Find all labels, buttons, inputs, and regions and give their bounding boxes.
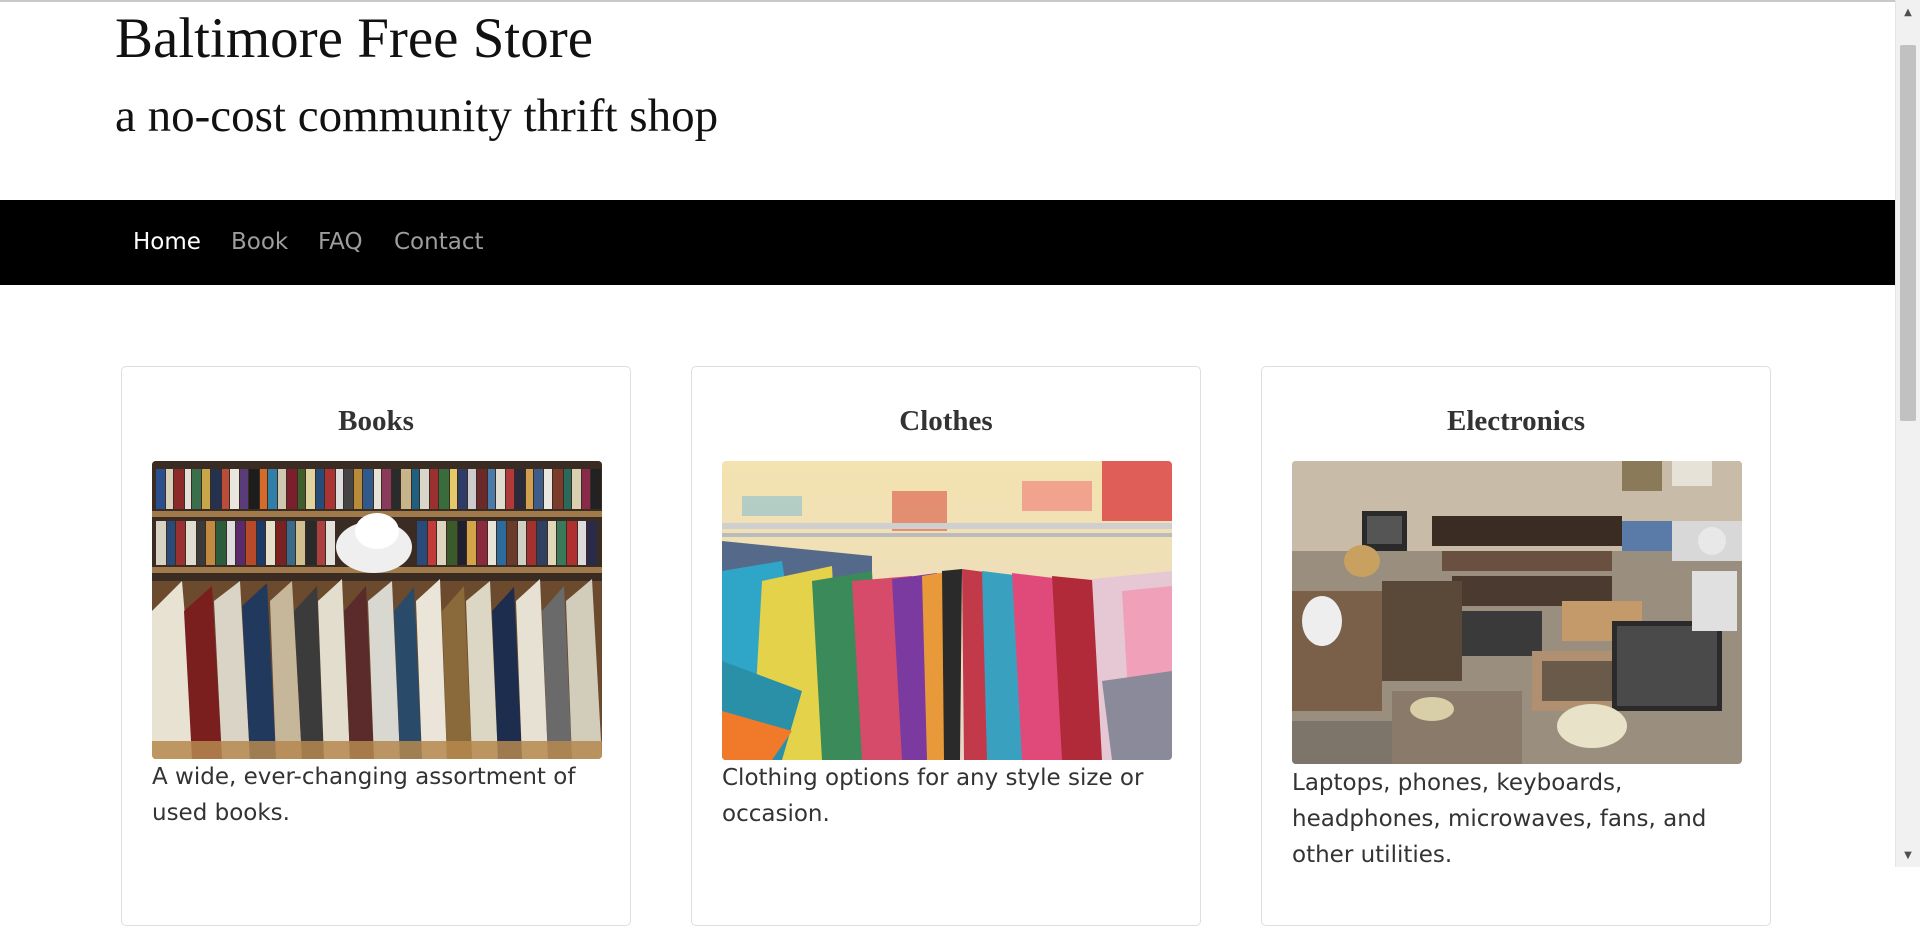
card-books: Books A wide, ever-changing assortment o… <box>121 366 631 926</box>
card-title: Clothes <box>899 405 993 437</box>
nav-home-link[interactable]: Home <box>133 200 201 285</box>
card-title: Books <box>338 405 414 437</box>
clothes-image <box>722 461 1172 760</box>
card-description: A wide, ever-changing assortment of used… <box>152 764 576 826</box>
site-subtitle: a no-cost community thrift shop <box>115 90 719 142</box>
books-image <box>152 461 602 759</box>
card-electronics: Electronics Laptops, phones, keyboards, … <box>1261 366 1771 926</box>
card-description: Laptops, phones, keyboards, headphones, … <box>1292 770 1707 868</box>
nav-contact-link[interactable]: Contact <box>394 200 483 285</box>
card-description: Clothing options for any style size or o… <box>722 765 1144 827</box>
nav-book-link[interactable]: Book <box>231 200 288 285</box>
scroll-thumb[interactable] <box>1900 45 1916 421</box>
card-clothes: Clothes Clothing options for any style s… <box>691 366 1201 926</box>
card-title: Electronics <box>1447 405 1585 437</box>
chevron-down-icon[interactable]: ▼ <box>1896 847 1920 865</box>
chevron-up-icon[interactable]: ▲ <box>1896 4 1920 22</box>
site-title: Baltimore Free Store <box>115 7 594 70</box>
nav-faq-link[interactable]: FAQ <box>318 200 363 285</box>
electronics-image <box>1292 461 1742 764</box>
navbar: Home Book FAQ Contact <box>0 200 1895 285</box>
vertical-scrollbar[interactable]: ▲ ▼ <box>1895 0 1920 867</box>
site-header: Baltimore Free Store a no-cost community… <box>0 0 1895 200</box>
